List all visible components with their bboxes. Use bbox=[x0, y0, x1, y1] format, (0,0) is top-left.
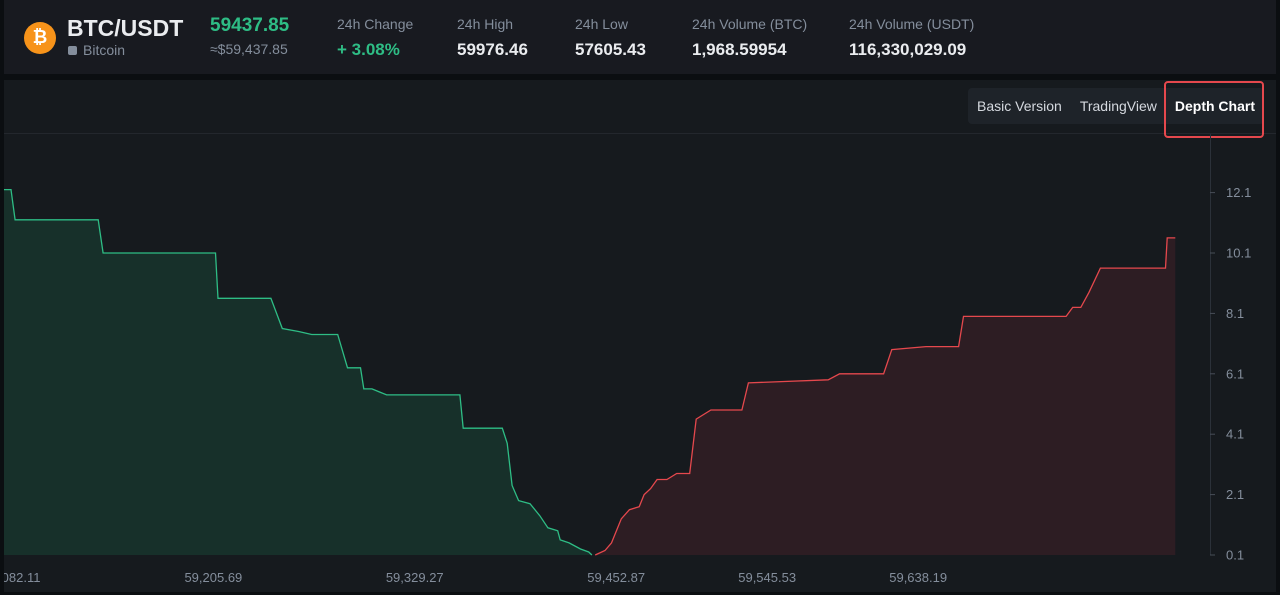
depth-chart[interactable]: 0.1 2.1 4.1 6.1 8.1 10.1 12.1 59,082.11 59,205.… bbox=[4, 134, 1276, 592]
tab-depth-chart[interactable]: Depth Chart bbox=[1166, 88, 1264, 124]
last-price-usd: ≈$59,437.85 bbox=[210, 41, 288, 57]
chart-view-tabs: Basic Version TradingView Depth Chart bbox=[968, 88, 1264, 124]
stat-value: 1,968.59954 bbox=[692, 40, 787, 59]
bids-area bbox=[4, 189, 592, 555]
stat-24h-volume-usdt: 24h Volume (USDT) 116,330,029.09 bbox=[849, 16, 974, 60]
tab-basic-version[interactable]: Basic Version bbox=[968, 88, 1071, 124]
x-tick-label: 59,329.27 bbox=[386, 570, 444, 585]
tab-tradingview[interactable]: TradingView bbox=[1071, 88, 1166, 124]
x-axis: 59,082.11 59,205.69 59,329.27 59,452.87 59,5… bbox=[4, 570, 947, 585]
stat-24h-change: 24h Change + 3.08% bbox=[337, 16, 413, 60]
x-tick-label: 59,205.69 bbox=[184, 570, 242, 585]
chart-panel: Basic Version TradingView Depth Chart 0.… bbox=[4, 80, 1276, 592]
stat-label: 24h Change bbox=[337, 16, 414, 32]
stat-label: 24h Volume (USDT) bbox=[849, 16, 975, 32]
stat-value: 57605.43 bbox=[575, 40, 646, 59]
last-price: 59437.85 bbox=[210, 15, 290, 36]
y-axis: 0.1 2.1 4.1 6.1 8.1 10.1 12.1 bbox=[1210, 134, 1251, 563]
y-tick-label: 0.1 bbox=[1226, 548, 1244, 563]
chart-toolbar: Basic Version TradingView Depth Chart bbox=[4, 80, 1276, 138]
stat-label: 24h Low bbox=[575, 16, 628, 32]
stat-24h-volume-btc: 24h Volume (BTC) 1,968.59954 bbox=[692, 16, 807, 60]
stat-label: 24h Volume (BTC) bbox=[692, 16, 808, 32]
stat-label: 24h High bbox=[457, 16, 514, 32]
x-tick-label: 59,082.11 bbox=[4, 570, 40, 585]
bitcoin-symbol: ₿ bbox=[32, 27, 48, 48]
x-tick-label: 59,638.19 bbox=[889, 570, 947, 585]
y-tick-label: 4.1 bbox=[1226, 427, 1244, 442]
x-tick-label: 59,545.53 bbox=[738, 570, 796, 585]
y-tick-label: 6.1 bbox=[1226, 366, 1244, 381]
stat-24h-low: 24h Low 57605.43 bbox=[575, 16, 646, 60]
asks-area bbox=[595, 237, 1176, 555]
stat-value: 59976.46 bbox=[457, 40, 528, 59]
y-tick-label: 12.1 bbox=[1226, 185, 1251, 200]
bitcoin-icon: ₿ bbox=[24, 22, 56, 54]
ticker-header: ₿ BTC/USDT Bitcoin 59437.85 ≈$59,437.85 … bbox=[4, 0, 1276, 74]
coin-name-label: Bitcoin bbox=[83, 42, 126, 58]
stat-24h-high: 24h High 59976.46 bbox=[457, 16, 528, 60]
asks-layer bbox=[594, 237, 1176, 556]
y-tick-label: 2.1 bbox=[1226, 487, 1244, 502]
stat-value: + 3.08% bbox=[337, 40, 400, 59]
pair-title: BTC/USDT bbox=[67, 15, 184, 41]
bids-layer bbox=[4, 188, 593, 556]
y-tick-label: 8.1 bbox=[1226, 306, 1244, 321]
chain-icon bbox=[68, 46, 77, 55]
coin-name: Bitcoin bbox=[68, 42, 125, 58]
stat-value: 116,330,029.09 bbox=[849, 40, 967, 59]
y-tick-label: 10.1 bbox=[1226, 246, 1251, 261]
x-tick-label: 59,452.87 bbox=[587, 570, 645, 585]
